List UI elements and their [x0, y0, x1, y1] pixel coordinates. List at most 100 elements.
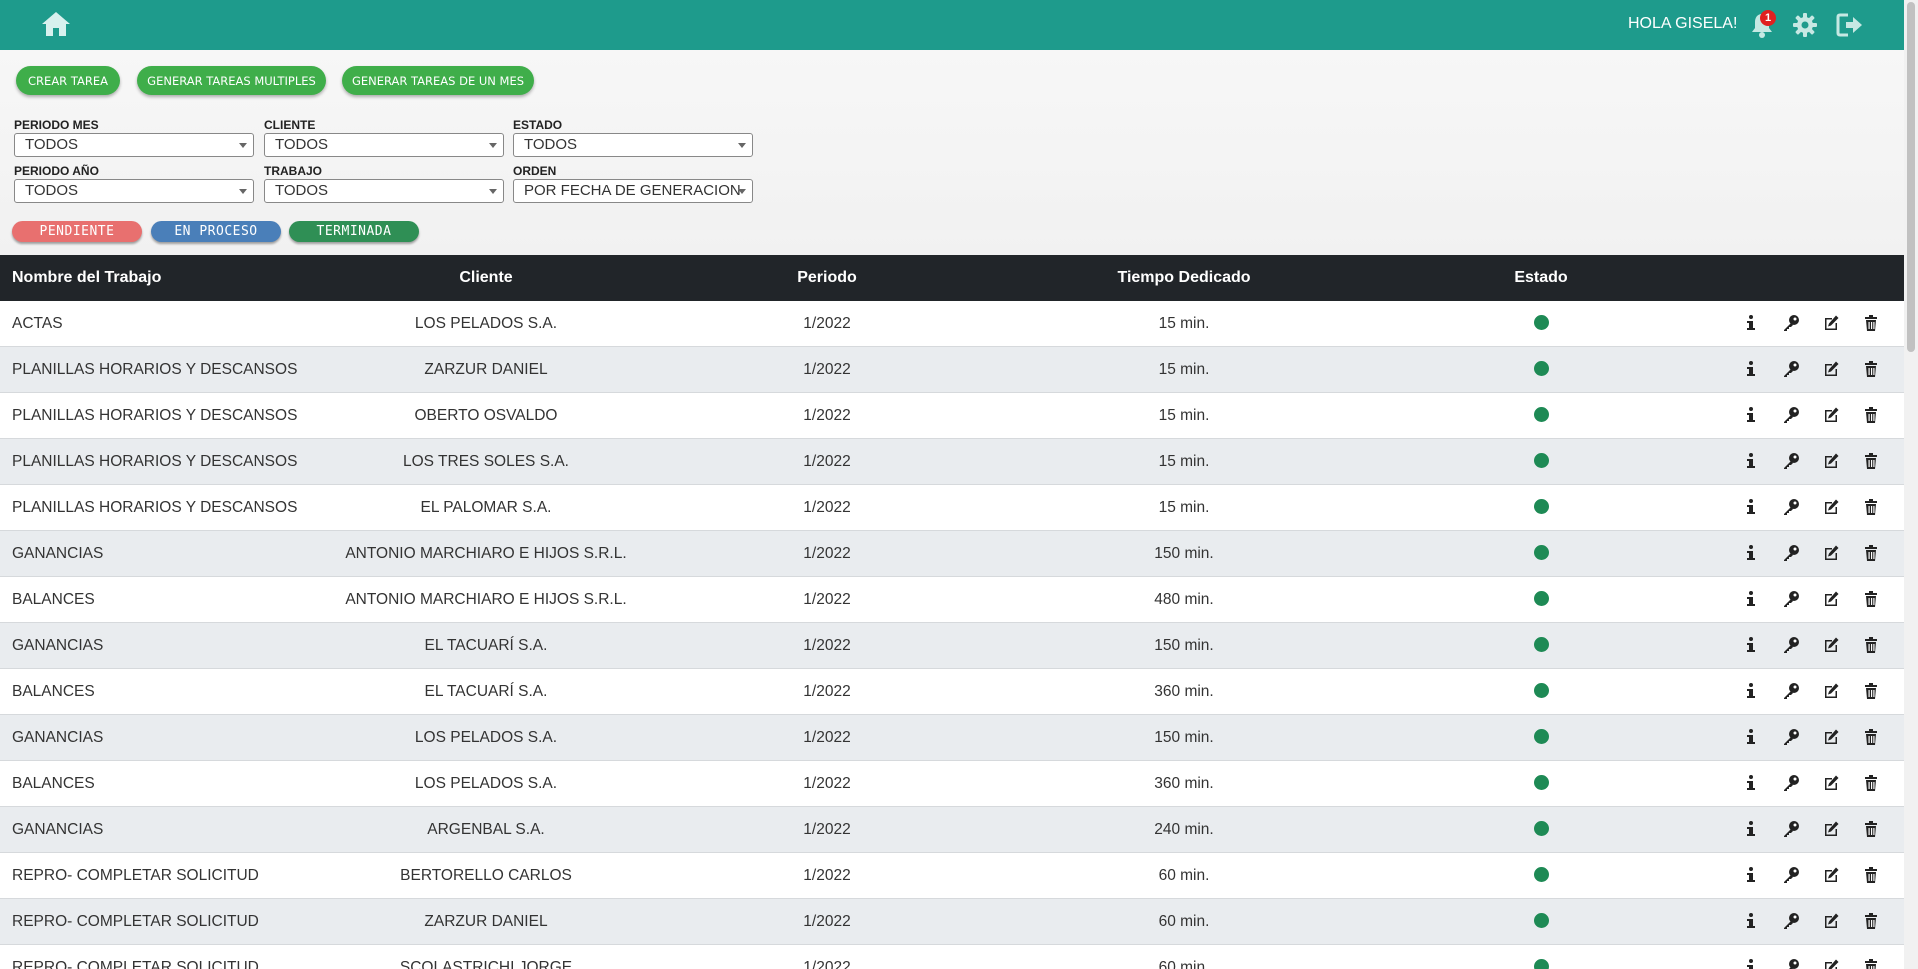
- trash-icon[interactable]: [1862, 314, 1880, 332]
- info-icon[interactable]: [1742, 820, 1760, 838]
- estado-select[interactable]: TODOS: [513, 133, 753, 157]
- key-icon[interactable]: [1782, 498, 1800, 516]
- edit-icon[interactable]: [1822, 912, 1840, 930]
- info-icon[interactable]: [1742, 728, 1760, 746]
- table-row[interactable]: BALANCES EL TACUARÍ S.A. 1/2022 360 min.: [0, 669, 1904, 715]
- key-icon[interactable]: [1782, 682, 1800, 700]
- trash-icon[interactable]: [1862, 820, 1880, 838]
- cliente-select[interactable]: TODOS: [264, 133, 504, 157]
- edit-icon[interactable]: [1822, 544, 1840, 562]
- edit-icon[interactable]: [1822, 590, 1840, 608]
- edit-icon[interactable]: [1822, 774, 1840, 792]
- trash-icon[interactable]: [1862, 866, 1880, 884]
- info-icon[interactable]: [1742, 682, 1760, 700]
- table-row[interactable]: PLANILLAS HORARIOS Y DESCANSOS EL PALOMAR…: [0, 485, 1904, 531]
- logout-icon[interactable]: [1836, 12, 1864, 38]
- cliente-label: CLIENTE: [264, 118, 316, 132]
- trash-icon[interactable]: [1862, 544, 1880, 562]
- key-icon[interactable]: [1782, 590, 1800, 608]
- edit-icon[interactable]: [1822, 866, 1840, 884]
- trash-icon[interactable]: [1862, 590, 1880, 608]
- scrollbar-thumb[interactable]: [1907, 2, 1915, 352]
- info-icon[interactable]: [1742, 360, 1760, 378]
- info-icon[interactable]: [1742, 774, 1760, 792]
- generate-month-tasks-button[interactable]: GENERAR TAREAS DE UN MES: [342, 66, 534, 95]
- edit-icon[interactable]: [1822, 360, 1840, 378]
- info-icon[interactable]: [1742, 958, 1760, 969]
- periodo-anio-select[interactable]: TODOS: [14, 179, 254, 203]
- edit-icon[interactable]: [1822, 636, 1840, 654]
- table-row[interactable]: PLANILLAS HORARIOS Y DESCANSOS ZARZUR DAN…: [0, 347, 1904, 393]
- table-row[interactable]: REPRO- COMPLETAR SOLICITUD ZARZUR DANIEL 1…: [0, 899, 1904, 945]
- key-icon[interactable]: [1782, 912, 1800, 930]
- edit-icon[interactable]: [1822, 452, 1840, 470]
- edit-icon[interactable]: [1822, 406, 1840, 424]
- key-icon[interactable]: [1782, 544, 1800, 562]
- periodo-mes-select[interactable]: TODOS: [14, 133, 254, 157]
- status-en-proceso-pill[interactable]: EN PROCESO: [151, 221, 281, 242]
- table-row[interactable]: ACTAS LOS PELADOS S.A. 1/2022 15 min.: [0, 301, 1904, 347]
- info-icon[interactable]: [1742, 314, 1760, 332]
- info-icon[interactable]: [1742, 498, 1760, 516]
- table-row[interactable]: REPRO- COMPLETAR SOLICITUD SCOLASTRICHI J…: [0, 945, 1904, 969]
- trash-icon[interactable]: [1862, 498, 1880, 516]
- trash-icon[interactable]: [1862, 682, 1880, 700]
- generate-multiple-tasks-button[interactable]: GENERAR TAREAS MULTIPLES: [137, 66, 326, 95]
- edit-icon[interactable]: [1822, 728, 1840, 746]
- trash-icon[interactable]: [1862, 912, 1880, 930]
- table-row[interactable]: BALANCES ANTONIO MARCHIARO E HIJOS S.R.L.…: [0, 577, 1904, 623]
- table-row[interactable]: GANANCIAS EL TACUARÍ S.A. 1/2022 150 min.: [0, 623, 1904, 669]
- trash-icon[interactable]: [1862, 774, 1880, 792]
- table-row[interactable]: PLANILLAS HORARIOS Y DESCANSOS OBERTO OSV…: [0, 393, 1904, 439]
- table-row[interactable]: PLANILLAS HORARIOS Y DESCANSOS LOS TRES S…: [0, 439, 1904, 485]
- table-row[interactable]: BALANCES LOS PELADOS S.A. 1/2022 360 min.: [0, 761, 1904, 807]
- period-cell: 1/2022: [803, 867, 851, 884]
- info-icon[interactable]: [1742, 866, 1760, 884]
- info-icon[interactable]: [1742, 406, 1760, 424]
- home-icon[interactable]: [40, 10, 72, 38]
- key-icon[interactable]: [1782, 406, 1800, 424]
- info-icon[interactable]: [1742, 636, 1760, 654]
- key-icon[interactable]: [1782, 728, 1800, 746]
- key-icon[interactable]: [1782, 360, 1800, 378]
- periodo-anio-value: TODOS: [25, 182, 79, 199]
- status-dot-icon: [1534, 361, 1549, 376]
- key-icon[interactable]: [1782, 774, 1800, 792]
- edit-icon[interactable]: [1822, 820, 1840, 838]
- trash-icon[interactable]: [1862, 452, 1880, 470]
- trash-icon[interactable]: [1862, 728, 1880, 746]
- periodo-anio-label: PERIODO AÑO: [14, 164, 99, 178]
- vertical-scrollbar[interactable]: [1904, 0, 1918, 969]
- client-cell: EL TACUARÍ S.A.: [424, 683, 548, 700]
- gear-icon[interactable]: [1792, 12, 1818, 38]
- table-row[interactable]: GANANCIAS ARGENBAL S.A. 1/2022 240 min.: [0, 807, 1904, 853]
- status-terminada-pill[interactable]: TERMINADA: [289, 221, 419, 242]
- status-pendiente-pill[interactable]: PENDIENTE: [12, 221, 142, 242]
- client-cell: EL TACUARÍ S.A.: [424, 637, 548, 654]
- key-icon[interactable]: [1782, 866, 1800, 884]
- key-icon[interactable]: [1782, 636, 1800, 654]
- info-icon[interactable]: [1742, 452, 1760, 470]
- key-icon[interactable]: [1782, 452, 1800, 470]
- key-icon[interactable]: [1782, 820, 1800, 838]
- job-name-cell: PLANILLAS HORARIOS Y DESCANSOS: [12, 407, 298, 424]
- info-icon[interactable]: [1742, 912, 1760, 930]
- trash-icon[interactable]: [1862, 406, 1880, 424]
- orden-select[interactable]: POR FECHA DE GENERACION: [513, 179, 753, 203]
- trash-icon[interactable]: [1862, 958, 1880, 969]
- table-row[interactable]: GANANCIAS ANTONIO MARCHIARO E HIJOS S.R.L…: [0, 531, 1904, 577]
- table-row[interactable]: GANANCIAS LOS PELADOS S.A. 1/2022 150 min.: [0, 715, 1904, 761]
- edit-icon[interactable]: [1822, 958, 1840, 969]
- create-task-button[interactable]: CREAR TAREA: [16, 66, 120, 95]
- key-icon[interactable]: [1782, 314, 1800, 332]
- info-icon[interactable]: [1742, 544, 1760, 562]
- edit-icon[interactable]: [1822, 314, 1840, 332]
- info-icon[interactable]: [1742, 590, 1760, 608]
- trash-icon[interactable]: [1862, 360, 1880, 378]
- trash-icon[interactable]: [1862, 636, 1880, 654]
- table-row[interactable]: REPRO- COMPLETAR SOLICITUD BERTORELLO CAR…: [0, 853, 1904, 899]
- trabajo-select[interactable]: TODOS: [264, 179, 504, 203]
- edit-icon[interactable]: [1822, 682, 1840, 700]
- key-icon[interactable]: [1782, 958, 1800, 969]
- edit-icon[interactable]: [1822, 498, 1840, 516]
